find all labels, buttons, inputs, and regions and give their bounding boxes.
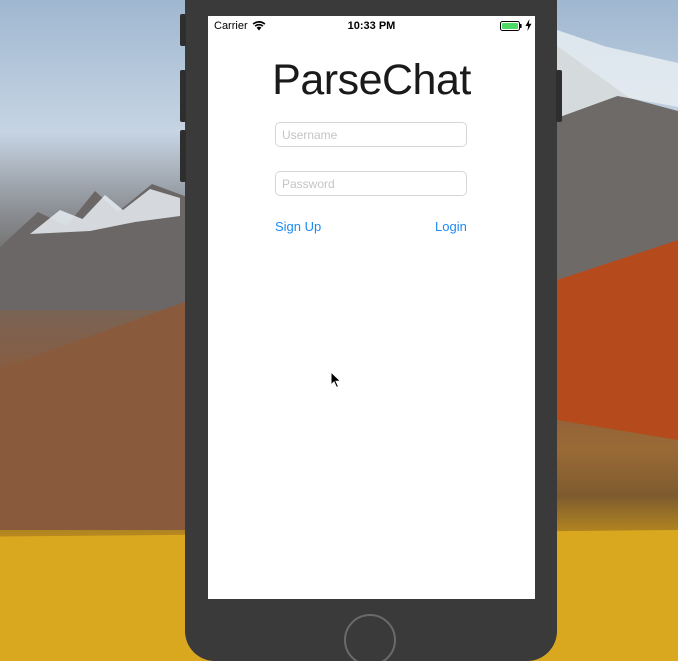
home-button[interactable]: [344, 614, 396, 661]
volume-down-button: [180, 130, 186, 182]
mountain-left: [0, 184, 190, 310]
autumn-slope-left: [0, 300, 190, 530]
charging-bolt-icon: [525, 19, 532, 31]
desktop-wallpaper: Carrier 10:33 PM ParseChat Sign Up Login: [0, 0, 678, 661]
volume-up-button: [180, 70, 186, 122]
app-title: ParseChat: [272, 56, 471, 104]
login-button[interactable]: Login: [435, 219, 467, 234]
password-field[interactable]: [275, 171, 467, 196]
status-bar: Carrier 10:33 PM: [208, 16, 535, 36]
battery-icon: [500, 21, 522, 31]
status-time: 10:33 PM: [347, 20, 396, 32]
power-button: [556, 70, 562, 122]
mouse-cursor-icon: [330, 371, 342, 389]
sign-up-button[interactable]: Sign Up: [275, 219, 321, 234]
ringer-switch: [180, 14, 186, 46]
app-screen: Carrier 10:33 PM ParseChat Sign Up Login: [208, 16, 535, 599]
username-field[interactable]: [275, 122, 467, 147]
